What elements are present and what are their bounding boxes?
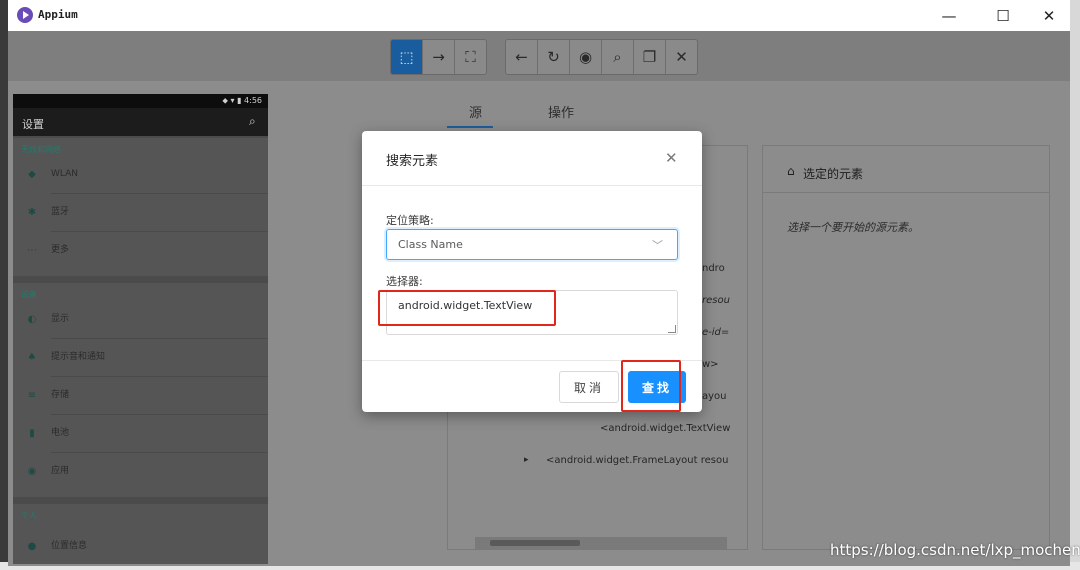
- device-section-device: 设备 ◐ 显示 ♠ 提示音和通知 ≡ 存储 ▮ 电池 ◉ 应用: [13, 283, 268, 497]
- back-button[interactable]: ←: [506, 40, 538, 74]
- device-item-label: 更多: [51, 245, 70, 255]
- source-tree-line[interactable]: w>: [702, 359, 719, 370]
- window-title: Appium: [38, 8, 78, 21]
- active-tab-indicator: [447, 126, 493, 128]
- device-item-label: WLAN: [51, 155, 268, 194]
- status-icons: ⬥ ▾ ▮: [222, 96, 242, 105]
- bluetooth-icon: ✱: [27, 206, 37, 218]
- device-item-location[interactable]: ● 位置信息: [13, 527, 268, 564]
- scrollbar-thumb[interactable]: [490, 540, 580, 546]
- title-bar[interactable]: Appium — ☐ ✕: [8, 0, 1070, 31]
- appium-logo-icon: [17, 7, 33, 23]
- close-window-button[interactable]: ✕: [1026, 0, 1072, 31]
- search-elements-button[interactable]: ⌕: [602, 40, 634, 74]
- copy-xml-button[interactable]: ❐: [634, 40, 666, 74]
- resize-handle-icon[interactable]: [668, 325, 676, 333]
- device-item-more[interactable]: ⋯ 更多: [13, 231, 268, 269]
- device-item-label: 位置信息: [51, 541, 88, 551]
- inspector-tabs: 源 操作: [447, 94, 647, 128]
- device-item-label: 存储: [51, 376, 268, 415]
- swipe-arrow-icon: →: [432, 48, 445, 66]
- device-item-display[interactable]: ◐ 显示: [13, 300, 268, 339]
- refresh-button[interactable]: ↻: [538, 40, 570, 74]
- device-section-wireless: 无线和网络 ◆ WLAN ✱ 蓝牙 ⋯ 更多: [13, 138, 268, 276]
- device-item-apps[interactable]: ◉ 应用: [13, 452, 268, 490]
- source-tree-line[interactable]: <android.widget.FrameLayout resou: [546, 455, 732, 466]
- annotation-highlight-search-button: [621, 360, 681, 412]
- device-section-personal: 个人 ● 位置信息: [13, 504, 268, 564]
- watermark-text: https://blog.csdn.net/lxp_mocheng: [830, 541, 1080, 559]
- back-arrow-icon: ←: [515, 48, 528, 66]
- source-tree-line[interactable]: ayou: [702, 391, 727, 402]
- device-app-title: 设置: [22, 118, 44, 131]
- display-icon: ◐: [27, 313, 37, 325]
- device-item-label: 电池: [51, 414, 268, 453]
- source-tree-line[interactable]: ndro: [702, 263, 725, 274]
- device-item-wlan[interactable]: ◆ WLAN: [13, 155, 268, 194]
- device-item-storage[interactable]: ≡ 存储: [13, 376, 268, 415]
- copy-icon: ❐: [642, 48, 657, 66]
- tab-actions[interactable]: 操作: [548, 102, 574, 121]
- selected-element-title: 选定的元素: [803, 167, 864, 181]
- device-search-icon: ⌕: [249, 114, 256, 128]
- eye-icon: ◉: [578, 48, 593, 66]
- tap-coordinates-icon: ⛶: [465, 48, 476, 66]
- select-elements-button[interactable]: ⬚: [391, 40, 423, 74]
- chevron-down-icon: ﹀: [652, 239, 663, 252]
- battery-icon: ▮: [29, 427, 35, 439]
- device-section-header: 个人: [21, 511, 37, 520]
- tag-icon: ⌂: [787, 164, 795, 178]
- wifi-icon: ◆: [28, 168, 36, 180]
- device-item-bluetooth[interactable]: ✱ 蓝牙: [13, 193, 268, 232]
- annotation-highlight-selector: [378, 290, 556, 326]
- show-hide-button[interactable]: ◉: [570, 40, 602, 74]
- device-item-battery[interactable]: ▮ 电池: [13, 414, 268, 453]
- source-tree-line[interactable]: e-id=: [702, 327, 729, 338]
- close-icon: ✕: [675, 48, 688, 66]
- toolbar-mode-group: ⬚ → ⛶: [390, 39, 487, 75]
- search-element-dialog: 搜索元素 ✕ 定位策略: Class Name ﹀ 选择器: android.w…: [362, 131, 702, 412]
- minimize-button[interactable]: —: [926, 0, 972, 31]
- select-arrow-icon: ⬚: [399, 48, 414, 66]
- source-tree-line[interactable]: resou: [702, 295, 730, 306]
- tab-source[interactable]: 源: [469, 102, 482, 121]
- dialog-title: 搜索元素: [386, 154, 439, 169]
- maximize-button[interactable]: ☐: [980, 0, 1026, 31]
- locator-strategy-select[interactable]: Class Name: [386, 229, 678, 260]
- dialog-close-icon[interactable]: ✕: [665, 149, 678, 167]
- cancel-button[interactable]: 取消: [559, 371, 619, 403]
- toolbar-action-group: ← ↻ ◉ ⌕ ❐ ✕: [505, 39, 698, 75]
- swipe-button[interactable]: →: [423, 40, 455, 74]
- selector-label: 选择器:: [386, 275, 423, 288]
- tap-coordinates-button[interactable]: ⛶: [455, 40, 486, 74]
- status-time: 4:56: [244, 96, 262, 105]
- quit-session-button[interactable]: ✕: [666, 40, 697, 74]
- device-item-label: 应用: [51, 466, 70, 476]
- desktop-right-edge: [1070, 0, 1080, 570]
- selected-element-hint: 选择一个要开始的源元素。: [787, 221, 919, 234]
- device-screenshot[interactable]: ⬥ ▾ ▮ 4:56 设置 ⌕ 无线和网络 ◆ WLAN ✱ 蓝牙 ⋯ 更多 设备 ◐…: [13, 94, 268, 564]
- device-section-header: 设备: [21, 290, 37, 299]
- selected-element-panel: [762, 145, 1050, 550]
- location-icon: ●: [27, 540, 37, 552]
- device-app-bar: 设置 ⌕: [13, 108, 268, 136]
- source-tree-line[interactable]: <android.widget.TextView: [600, 423, 730, 434]
- desktop-left-edge: [0, 0, 8, 570]
- more-icon: ⋯: [27, 244, 37, 256]
- device-item-label: 显示: [51, 300, 268, 339]
- inspector-toolbar: ⬚ → ⛶ ← ↻ ◉ ⌕ ❐ ✕: [8, 31, 1070, 81]
- locator-strategy-label: 定位策略:: [386, 214, 434, 227]
- device-item-label: 蓝牙: [51, 193, 268, 232]
- device-status-bar: ⬥ ▾ ▮ 4:56: [13, 94, 268, 108]
- device-item-sound[interactable]: ♠ 提示音和通知: [13, 338, 268, 377]
- bell-icon: ♠: [27, 351, 37, 363]
- device-item-label: 提示音和通知: [51, 338, 268, 377]
- storage-icon: ≡: [27, 389, 37, 401]
- search-icon: ⌕: [613, 48, 622, 66]
- expand-arrow-icon[interactable]: ▸: [524, 455, 529, 465]
- refresh-icon: ↻: [547, 48, 560, 66]
- device-section-header: 无线和网络: [21, 145, 61, 154]
- android-icon: ◉: [27, 465, 37, 477]
